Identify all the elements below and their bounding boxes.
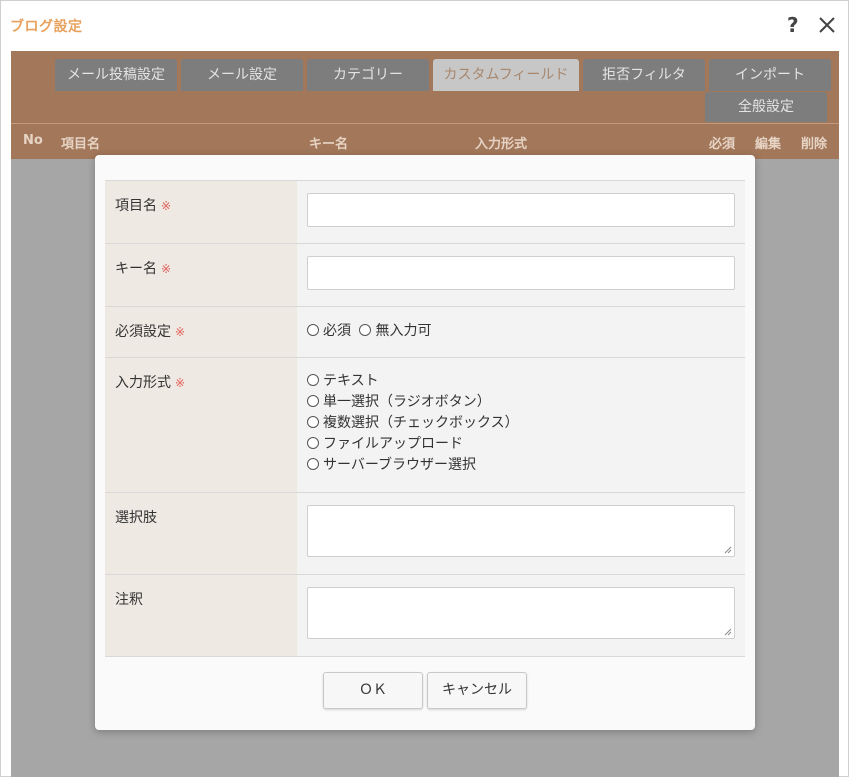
row-key-name: キー名 ※ bbox=[105, 244, 745, 307]
tab-bar: メール投稿設定 メール設定 カテゴリー カスタムフィールド 拒否フィルタ インポ… bbox=[11, 51, 839, 159]
close-icon[interactable] bbox=[817, 15, 837, 35]
window-title: ブログ設定 bbox=[10, 19, 83, 35]
item-name-input[interactable] bbox=[307, 193, 735, 227]
resize-grip-icon[interactable] bbox=[724, 546, 732, 554]
radio-required[interactable]: 必須 bbox=[307, 320, 351, 340]
radio-circle-icon bbox=[307, 416, 319, 428]
note-label: 注釈 bbox=[115, 592, 143, 608]
tab-mail-settings[interactable]: メール設定 bbox=[181, 59, 303, 91]
input-type-label: 入力形式 bbox=[115, 375, 171, 391]
radio-circle-icon bbox=[307, 395, 319, 407]
dialog-window: ブログ設定 ? メール投稿設定 メール設定 カテゴリー カスタムフィールド 拒否… bbox=[0, 0, 849, 777]
choices-textarea[interactable] bbox=[307, 505, 735, 557]
row-required-setting: 必須設定 ※ 必須 無入力可 bbox=[105, 307, 745, 358]
row-input-type: 入力形式 ※ テキスト 単一選択（ラジオボタン） 複数選択（チェックボックス） フ… bbox=[105, 358, 745, 493]
item-name-label: 項目名 bbox=[115, 198, 157, 214]
note-textarea[interactable] bbox=[307, 587, 735, 639]
cancel-button[interactable]: キャンセル bbox=[427, 672, 527, 709]
tab-import[interactable]: インポート bbox=[709, 59, 831, 91]
help-icon[interactable]: ? bbox=[787, 13, 799, 37]
tab-reject-filter[interactable]: 拒否フィルタ bbox=[583, 59, 705, 91]
radio-circle-icon bbox=[307, 437, 319, 449]
col-item-name: 項目名 bbox=[61, 137, 101, 152]
radio-file-upload[interactable]: ファイルアップロード bbox=[307, 433, 463, 453]
radio-multi-select[interactable]: 複数選択（チェックボックス） bbox=[307, 412, 519, 432]
row-item-name: 項目名 ※ bbox=[105, 181, 745, 244]
col-edit: 編集 bbox=[755, 137, 782, 152]
required-mark: ※ bbox=[161, 262, 172, 276]
required-mark: ※ bbox=[161, 199, 172, 213]
radio-circle-icon bbox=[307, 458, 319, 470]
row-choices: 選択肢 bbox=[105, 493, 745, 575]
col-input-type: 入力形式 bbox=[475, 137, 528, 152]
key-name-input[interactable] bbox=[307, 256, 735, 290]
col-no: No bbox=[23, 133, 43, 148]
col-delete: 削除 bbox=[801, 137, 828, 152]
tab-categories[interactable]: カテゴリー bbox=[307, 59, 429, 91]
ok-button[interactable]: ＯＫ bbox=[323, 672, 423, 709]
col-key-name: キー名 bbox=[309, 137, 349, 152]
required-mark: ※ bbox=[175, 376, 186, 390]
key-name-label: キー名 bbox=[115, 261, 157, 277]
choices-label: 選択肢 bbox=[115, 510, 157, 526]
radio-circle-icon bbox=[307, 324, 319, 336]
tab-general-settings[interactable]: 全般設定 bbox=[705, 92, 827, 122]
custom-field-modal: 項目名 ※ キー名 ※ 必須設定 ※ 必須 無入力可 入力形式 ※ テキスト 単… bbox=[95, 155, 755, 730]
radio-circle-icon bbox=[359, 324, 372, 336]
title-bar: ブログ設定 ? bbox=[1, 1, 848, 51]
tab-mail-post-settings[interactable]: メール投稿設定 bbox=[55, 59, 177, 91]
table-header: No 項目名 キー名 入力形式 必須 編集 削除 bbox=[11, 123, 839, 159]
radio-circle-icon bbox=[307, 374, 319, 386]
radio-text[interactable]: テキスト bbox=[307, 370, 379, 390]
radio-optional[interactable]: 無入力可 bbox=[359, 320, 431, 340]
radio-server-browser[interactable]: サーバーブラウザー選択 bbox=[307, 454, 476, 474]
row-note: 注釈 bbox=[105, 575, 745, 657]
custom-field-form: 項目名 ※ キー名 ※ 必須設定 ※ 必須 無入力可 入力形式 ※ テキスト 単… bbox=[105, 180, 745, 657]
resize-grip-icon[interactable] bbox=[724, 628, 732, 636]
required-mark: ※ bbox=[175, 325, 186, 339]
col-required: 必須 bbox=[709, 137, 736, 152]
radio-single-select[interactable]: 単一選択（ラジオボタン） bbox=[307, 391, 491, 411]
required-setting-label: 必須設定 bbox=[115, 324, 171, 340]
tab-custom-fields[interactable]: カスタムフィールド bbox=[433, 59, 579, 91]
